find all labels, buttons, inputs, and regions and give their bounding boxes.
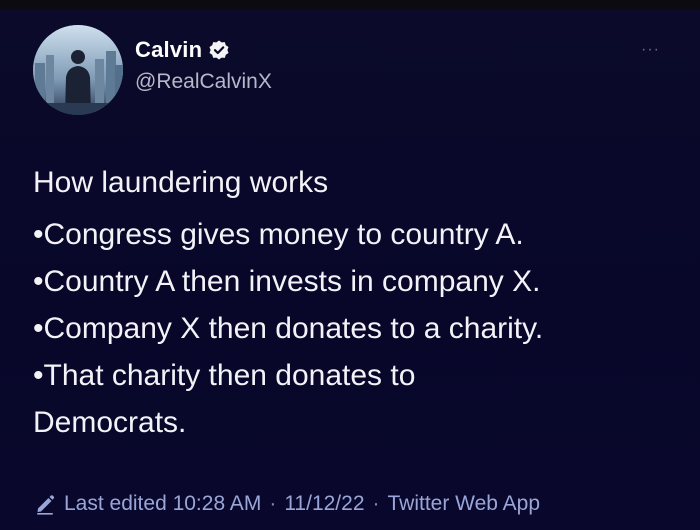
- tweet-line: •Company X then donates to a charity.: [33, 312, 544, 345]
- tweet-line: •That charity then donates to: [33, 359, 416, 392]
- author-name[interactable]: Calvin: [135, 37, 202, 63]
- avatar[interactable]: [33, 25, 123, 115]
- tweet-date[interactable]: 11/12/22: [284, 492, 364, 516]
- tweet-source[interactable]: Twitter Web App: [388, 492, 541, 516]
- last-edited-link[interactable]: Last edited 10:28 AM: [64, 492, 261, 516]
- author-name-row[interactable]: Calvin: [135, 37, 230, 63]
- author-handle[interactable]: @RealCalvinX: [135, 70, 272, 94]
- tweet-card: Calvin @RealCalvinX ··· How laundering w…: [0, 9, 700, 530]
- tweet-line: Democrats.: [33, 406, 187, 439]
- more-options-icon[interactable]: ···: [641, 41, 660, 59]
- top-edge: [0, 0, 700, 9]
- pencil-icon: [34, 493, 56, 515]
- tweet-heading: How laundering works: [33, 166, 329, 199]
- tweet-line: •Congress gives money to country A.: [33, 218, 524, 251]
- avatar-image: [33, 25, 123, 115]
- footer-separator: ·: [269, 492, 277, 515]
- footer-separator: ·: [372, 492, 380, 515]
- verified-badge-icon: [208, 39, 230, 61]
- tweet-footer: Last edited 10:28 AM · 11/12/22 · Twitte…: [34, 492, 540, 516]
- tweet-text: How laundering works •Congress gives mon…: [33, 159, 673, 446]
- tweet-line: •Country A then invests in company X.: [33, 265, 541, 298]
